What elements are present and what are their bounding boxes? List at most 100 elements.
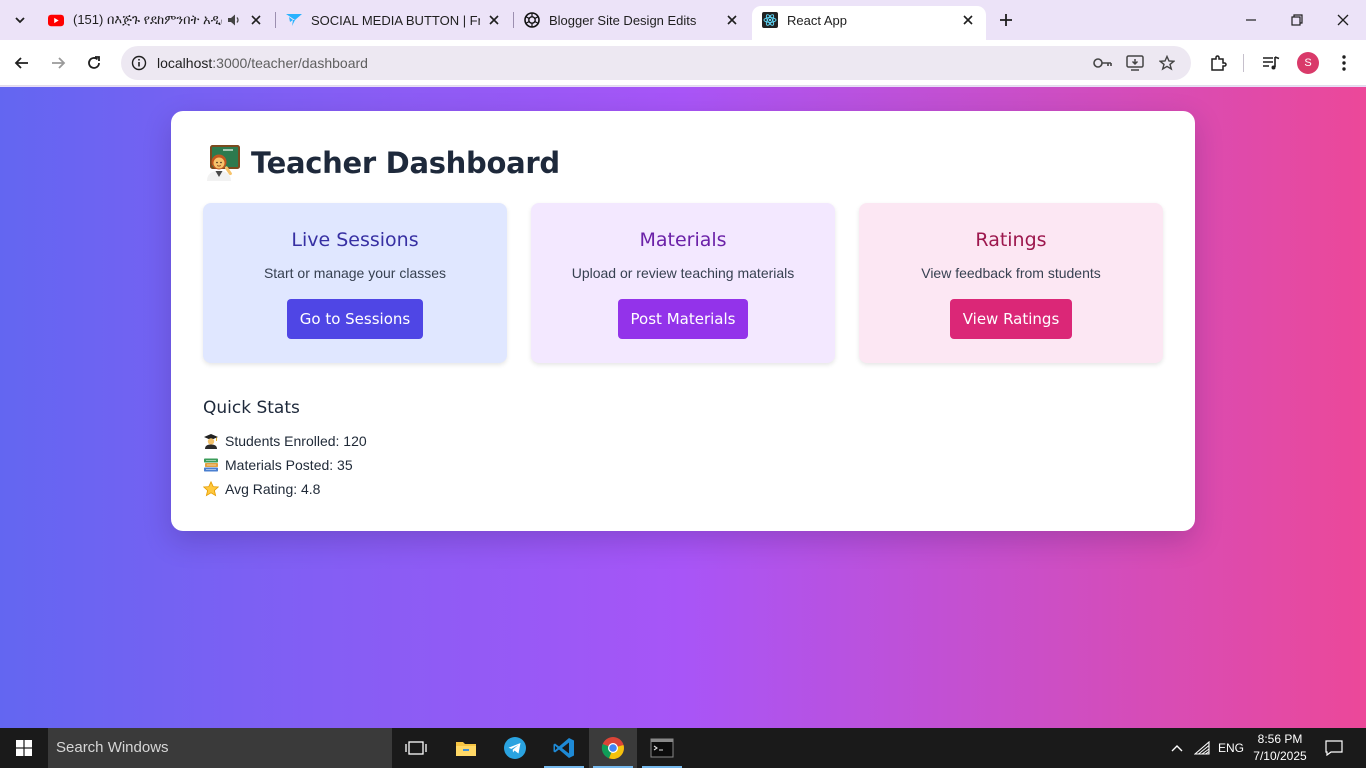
close-window-button[interactable] xyxy=(1320,0,1366,40)
menu-button[interactable] xyxy=(1330,49,1358,77)
puzzle-icon xyxy=(1211,55,1227,71)
tab-react-app[interactable]: React App xyxy=(752,6,986,40)
toolbar-divider xyxy=(1243,54,1244,72)
page-title: Teacher Dashboard xyxy=(203,141,560,185)
taskbar-search-box[interactable]: Search Windows xyxy=(48,728,392,768)
star-emoji-icon xyxy=(203,481,219,497)
freelancer-icon xyxy=(286,12,302,28)
chevron-down-icon xyxy=(15,17,25,24)
tile-heading: Live Sessions xyxy=(291,229,419,251)
start-button[interactable] xyxy=(0,728,48,768)
go-to-sessions-button[interactable]: Go to Sessions xyxy=(287,299,423,339)
stat-materials-posted: Materials Posted: 35 xyxy=(203,455,353,475)
stat-avg-rating: Avg Rating: 4.8 xyxy=(203,479,320,499)
restore-button[interactable] xyxy=(1274,0,1320,40)
tile-description: Upload or review teaching materials xyxy=(571,265,795,281)
stat-label: Students Enrolled: 120 xyxy=(225,433,367,449)
page-viewport: Teacher Dashboard Live Sessions Start or… xyxy=(0,87,1366,728)
back-button[interactable] xyxy=(8,49,36,77)
telegram-button[interactable] xyxy=(491,728,539,768)
address-bar[interactable]: localhost:3000/teacher/dashboard xyxy=(121,46,1191,80)
network-button[interactable] xyxy=(1190,728,1214,768)
search-placeholder: Search Windows xyxy=(56,739,169,756)
speaker-icon[interactable] xyxy=(226,12,242,28)
tray-overflow-button[interactable] xyxy=(1164,728,1190,768)
vscode-icon xyxy=(553,738,574,758)
media-queue-icon xyxy=(1263,56,1280,70)
task-view-button[interactable] xyxy=(392,728,440,768)
bookmark-star-icon[interactable] xyxy=(1155,51,1179,75)
chevron-up-icon xyxy=(1171,745,1183,752)
profile-avatar[interactable]: S xyxy=(1297,52,1319,74)
chrome-icon xyxy=(601,737,624,760)
browser-toolbar: localhost:3000/teacher/dashboard S xyxy=(0,40,1366,86)
tab-title: Blogger Site Design Edits xyxy=(549,12,697,28)
file-explorer-button[interactable] xyxy=(442,728,490,768)
quick-stats-heading: Quick Stats xyxy=(203,398,300,418)
terminal-icon xyxy=(650,738,674,758)
ratings-tile: Ratings View feedback from students View… xyxy=(859,203,1163,363)
minimize-button[interactable] xyxy=(1228,0,1274,40)
task-view-icon xyxy=(405,741,427,755)
tab-title: (151) በእጅጉ የደከምንበት አዲስ xyxy=(73,12,222,27)
language-indicator[interactable]: ENG xyxy=(1214,728,1248,768)
media-controls-button[interactable] xyxy=(1257,49,1285,77)
notifications-button[interactable] xyxy=(1318,728,1350,768)
tab-search-button[interactable] xyxy=(6,7,34,33)
tab-youtube[interactable]: (151) በእጅጉ የደከምንበት አዲስ xyxy=(38,6,274,34)
site-info-icon[interactable] xyxy=(127,51,151,75)
restore-icon xyxy=(1291,14,1303,26)
teacher-emoji-icon xyxy=(207,145,240,181)
close-icon[interactable] xyxy=(248,12,264,28)
arrow-left-icon xyxy=(14,57,28,69)
notification-icon xyxy=(1325,740,1343,756)
stat-label: Materials Posted: 35 xyxy=(225,457,353,473)
install-app-icon[interactable] xyxy=(1123,51,1147,75)
stat-label: Avg Rating: 4.8 xyxy=(225,481,321,497)
view-ratings-button[interactable]: View Ratings xyxy=(950,299,1072,339)
live-sessions-tile: Live Sessions Start or manage your class… xyxy=(203,203,507,363)
extensions-button[interactable] xyxy=(1204,49,1232,77)
chatgpt-icon xyxy=(524,12,540,28)
minimize-icon xyxy=(1246,19,1256,21)
browser-tab-strip: (151) በእጅጉ የደከምንበት አዲስ SOCIAL MEDIA BUTT… xyxy=(0,0,1366,40)
url-path: :3000/teacher/dashboard xyxy=(212,55,368,71)
tile-description: Start or manage your classes xyxy=(263,265,447,281)
close-icon[interactable] xyxy=(960,12,976,28)
new-tab-button[interactable] xyxy=(994,8,1018,32)
tab-title: SOCIAL MEDIA BUTTON | Freelancer xyxy=(311,12,480,28)
url-host: localhost xyxy=(157,55,213,71)
tile-description: View feedback from students xyxy=(921,265,1101,281)
tile-heading: Materials xyxy=(639,229,727,251)
windows-logo-icon xyxy=(16,740,32,756)
chrome-button[interactable] xyxy=(589,728,637,768)
clock-time: 8:56 PM xyxy=(1257,732,1303,746)
close-icon[interactable] xyxy=(724,12,740,28)
post-materials-button[interactable]: Post Materials xyxy=(618,299,748,339)
react-icon xyxy=(762,12,778,28)
books-emoji-icon xyxy=(204,458,218,472)
clock-date: 7/10/2025 xyxy=(1253,749,1307,763)
reload-button[interactable] xyxy=(80,49,108,77)
tab-title: React App xyxy=(787,12,847,28)
reload-icon xyxy=(88,56,100,69)
youtube-icon xyxy=(48,12,64,28)
tile-heading: Ratings xyxy=(975,229,1047,251)
close-icon xyxy=(1337,14,1349,26)
tab-freelancer[interactable]: SOCIAL MEDIA BUTTON | Freelancer xyxy=(276,6,512,34)
tab-chatgpt[interactable]: Blogger Site Design Edits xyxy=(514,6,750,34)
password-key-icon[interactable] xyxy=(1091,51,1115,75)
forward-button[interactable] xyxy=(44,49,72,77)
stat-students-enrolled: Students Enrolled: 120 xyxy=(203,431,367,451)
close-icon[interactable] xyxy=(486,12,502,28)
student-emoji-icon xyxy=(204,434,218,449)
more-vertical-icon xyxy=(1342,55,1346,71)
terminal-button[interactable] xyxy=(638,728,686,768)
dashboard-title: Teacher Dashboard xyxy=(251,146,560,180)
folder-icon xyxy=(456,742,476,756)
taskbar-clock[interactable]: 8:56 PM 7/10/2025 xyxy=(1250,731,1310,765)
vscode-button[interactable] xyxy=(540,728,588,768)
dashboard-card: Teacher Dashboard Live Sessions Start or… xyxy=(171,111,1195,531)
url-text[interactable]: localhost:3000/teacher/dashboard xyxy=(157,55,368,71)
telegram-icon xyxy=(504,737,526,759)
